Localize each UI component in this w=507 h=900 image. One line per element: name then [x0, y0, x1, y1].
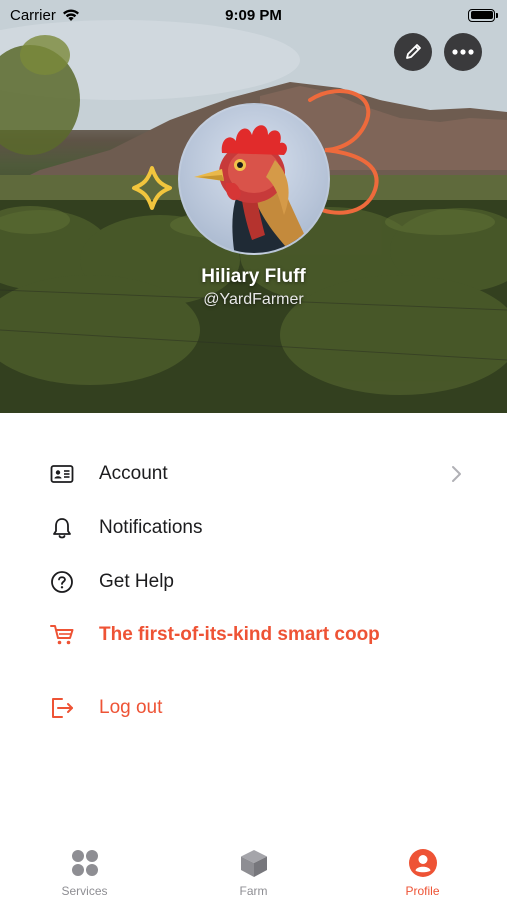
menu-item-notifications[interactable]: Notifications [0, 503, 507, 553]
avatar[interactable] [178, 103, 330, 255]
tab-profile-label: Profile [405, 884, 440, 898]
status-bar: Carrier 9:09 PM [0, 0, 507, 30]
bell-icon [48, 514, 76, 542]
menu-item-get-help[interactable]: Get Help [0, 557, 507, 607]
cube-icon [239, 848, 269, 878]
menu-item-smart-coop-label: The first-of-its-kind smart coop [99, 624, 380, 645]
ellipsis-icon [452, 49, 474, 55]
tab-profile[interactable]: Profile [338, 830, 507, 900]
tab-services-label: Services [61, 884, 108, 898]
menu-item-smart-coop[interactable]: The first-of-its-kind smart coop [0, 610, 507, 660]
tab-farm[interactable]: Farm [169, 830, 338, 900]
pencil-icon [406, 44, 421, 59]
more-options-button[interactable] [444, 33, 482, 71]
menu-item-get-help-label: Get Help [99, 571, 174, 592]
cart-icon [48, 621, 76, 649]
menu-item-notifications-label: Notifications [99, 517, 203, 538]
rooster-avatar-image [194, 125, 314, 253]
tab-farm-label: Farm [239, 884, 268, 898]
tab-services[interactable]: Services [0, 830, 169, 900]
person-circle-icon [408, 848, 438, 878]
menu-item-account[interactable]: Account [0, 449, 507, 499]
logout-button[interactable]: Log out [0, 683, 507, 733]
id-card-icon [48, 460, 76, 488]
edit-profile-button[interactable] [394, 33, 432, 71]
logout-label: Log out [99, 697, 163, 718]
chevron-right-icon [452, 466, 461, 482]
carrier-label: Carrier [10, 6, 56, 24]
battery-icon [468, 8, 498, 22]
profile-handle: @YardFarmer [203, 291, 304, 308]
profile-header: Carrier 9:09 PM Hiliary Fluff @YardFarme… [0, 0, 507, 413]
tab-bar: Services Farm Profile [0, 830, 507, 900]
grid-dots-icon [70, 848, 100, 878]
wifi-icon [62, 9, 79, 21]
profile-name: Hiliary Fluff [201, 266, 306, 287]
menu-item-account-label: Account [99, 463, 168, 484]
question-circle-icon [48, 568, 76, 596]
logout-icon [48, 694, 76, 722]
